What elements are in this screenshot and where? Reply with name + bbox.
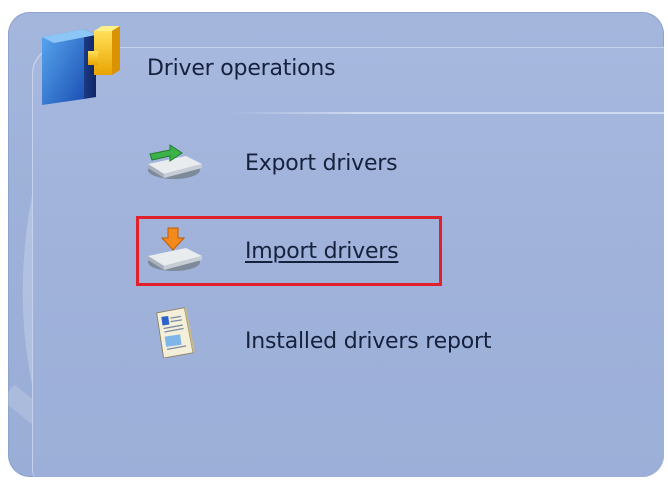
panel-title: Driver operations <box>147 56 336 81</box>
report-icon <box>156 307 195 358</box>
export-drivers-label: Export drivers <box>245 151 398 176</box>
export-drivers-icon <box>148 144 202 179</box>
highlight-box <box>136 216 442 286</box>
screenshot-frame: Driver operations Export drivers Import … <box>0 0 668 483</box>
driver-operations-icon <box>42 26 120 105</box>
installed-drivers-report-label: Installed drivers report <box>245 329 492 354</box>
export-drivers-link[interactable]: Export drivers <box>140 136 560 188</box>
installed-drivers-report-link[interactable]: Installed drivers report <box>140 306 560 358</box>
header-divider <box>230 112 664 114</box>
